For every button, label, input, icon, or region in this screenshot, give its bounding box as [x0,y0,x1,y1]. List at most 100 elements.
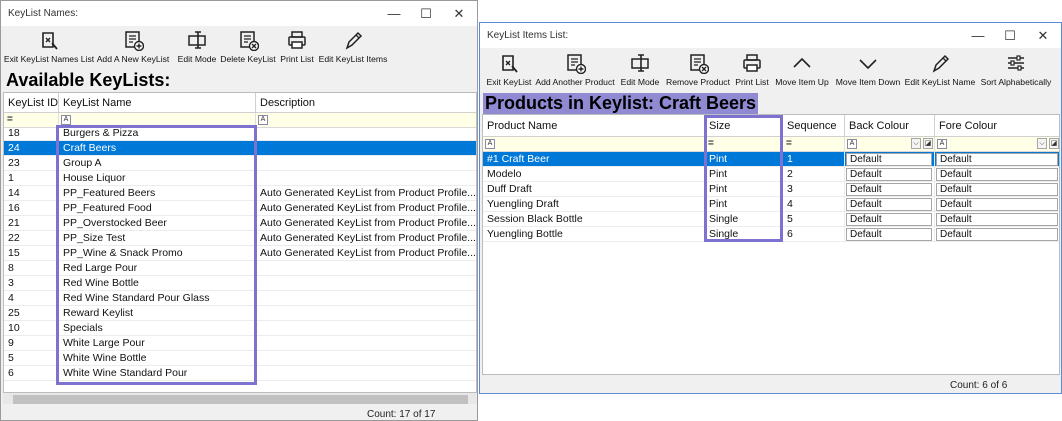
table-row[interactable]: 8 Red Large Pour [4,261,476,276]
keylist-name-cell: Reward Keylist [59,306,256,321]
fore-colour-cell[interactable]: Default [935,197,1059,212]
minimize-icon[interactable]: — [379,1,409,26]
column-header[interactable]: Back Colour [845,115,935,137]
back-colour-cell[interactable]: Default [845,197,935,212]
close-icon[interactable]: ✕ [444,1,474,26]
color-picker-icon[interactable]: ◪ [923,138,933,149]
colour-value[interactable]: Default [846,228,932,241]
filter-cell[interactable]: = [705,137,783,152]
column-header[interactable]: Description [256,93,476,113]
column-header[interactable]: KeyList Name [59,93,256,113]
keylist-id-cell: 25 [4,306,59,321]
table-row[interactable]: 4 Red Wine Standard Pour Glass [4,291,476,306]
scroll-thumb[interactable] [13,395,468,404]
table-row[interactable]: 21 PP_Overstocked Beer Auto Generated KeyL… [4,216,476,231]
fore-colour-cell[interactable]: Default [935,167,1059,182]
equals-filter-icon[interactable]: = [786,138,792,149]
keylist-id-cell: 10 [4,321,59,336]
table-row[interactable]: 5 White Wine Bottle [4,351,476,366]
table-row[interactable]: 14 PP_Featured Beers Auto Generated KeyLis… [4,186,476,201]
table-row[interactable]: 6 White Wine Standard Pour [4,366,476,381]
text-filter-icon[interactable]: A [61,115,71,125]
colour-value[interactable]: Default [936,213,1058,226]
maximize-icon[interactable]: ☐ [411,1,441,26]
keylist-id-cell: 5 [4,351,59,366]
filter-row: A = = A ⌵ ◪ A ⌵ ◪ [483,137,1059,152]
description-cell [256,156,476,171]
back-colour-cell[interactable]: Default [845,182,935,197]
keylist-id-cell: 1 [4,171,59,186]
description-cell [256,291,476,306]
filter-cell[interactable]: = [783,137,845,152]
table-row[interactable]: 3 Red Wine Bottle [4,276,476,291]
table-row[interactable]: 15 PP_Wine & Snack Promo Auto Generated Ke… [4,246,476,261]
filter-cell[interactable]: A ⌵ ◪ [935,137,1059,152]
table-row[interactable]: Yuengling Bottle Single 6 Default Default [483,227,1059,242]
sort-alphabetically-button[interactable]: Sort Alphabetically [966,52,1061,87]
chevron-down-icon [859,59,877,70]
edit-keylist-items-button[interactable]: Edit KeyList Items [303,29,403,64]
description-cell [256,276,476,291]
table-row[interactable]: Yuengling Draft Pint 4 Default Default [483,197,1059,212]
column-header[interactable]: Size [705,115,783,137]
back-colour-cell[interactable]: Default [845,152,935,167]
back-colour-cell[interactable]: Default [845,212,935,227]
table-row[interactable]: #1 Craft Beer Pint 1 Default Default [483,152,1059,167]
minimize-icon[interactable]: — [963,23,993,48]
table-row[interactable]: 24 Craft Beers [4,141,476,156]
text-filter-icon[interactable]: A [485,139,495,149]
table-row[interactable]: 23 Group A [4,156,476,171]
equals-filter-icon[interactable]: = [708,138,714,149]
filter-cell[interactable]: A ⌵ ◪ [845,137,935,152]
table-row[interactable]: Session Black Bottle Single 5 Default Defaul… [483,212,1059,227]
back-colour-cell[interactable]: Default [845,167,935,182]
table-row[interactable]: 9 White Large Pour [4,336,476,351]
table-row[interactable]: Modelo Pint 2 Default Default [483,167,1059,182]
colour-value[interactable]: Default [846,198,932,211]
dropdown-icon[interactable]: ⌵ [911,138,921,149]
text-filter-icon[interactable]: A [847,139,857,149]
colour-value[interactable]: Default [846,168,932,181]
record-count: Count: 6 of 6 [950,380,1008,391]
maximize-icon[interactable]: ☐ [995,23,1025,48]
table-row[interactable]: 1 House Liquor [4,171,476,186]
size-cell: Pint [705,152,783,167]
table-row[interactable]: 22 PP_Size Test Auto Generated KeyList fro… [4,231,476,246]
colour-value[interactable]: Default [846,213,932,226]
column-header[interactable]: KeyList ID [4,93,59,113]
sliders-icon [1008,55,1024,71]
color-picker-icon[interactable]: ◪ [1049,138,1059,149]
description-cell: Auto Generated KeyList from Product Prof… [256,186,476,201]
column-header[interactable]: Product Name [483,115,705,137]
column-header[interactable]: Fore Colour [935,115,1059,137]
equals-filter-icon[interactable]: = [7,114,13,125]
close-icon[interactable]: ✕ [1028,23,1058,48]
colour-value[interactable]: Default [936,183,1058,196]
back-colour-cell[interactable]: Default [845,227,935,242]
keylist-id-cell: 24 [4,141,59,156]
colour-value[interactable]: Default [936,168,1058,181]
description-cell [256,171,476,186]
text-filter-icon[interactable]: A [937,139,947,149]
table-row[interactable]: Duff Draft Pint 3 Default Default [483,182,1059,197]
table-row[interactable]: 25 Reward Keylist [4,306,476,321]
fore-colour-cell[interactable]: Default [935,182,1059,197]
colour-value[interactable]: Default [936,153,1058,166]
colour-value[interactable]: Default [936,198,1058,211]
sequence-cell: 6 [783,227,845,242]
table-row[interactable]: 10 Specials [4,321,476,336]
table-row[interactable]: 16 PP_Featured Food Auto Generated KeyList… [4,201,476,216]
toolbar: Exit KeyList Add Another Product Edit Mode… [480,50,1061,90]
colour-value[interactable]: Default [846,153,932,166]
fore-colour-cell[interactable]: Default [935,227,1059,242]
colour-value[interactable]: Default [936,228,1058,241]
text-filter-icon[interactable]: A [258,115,268,125]
column-header[interactable]: Sequence [783,115,845,137]
description-cell [256,366,476,381]
table-row[interactable]: 18 Burgers & Pizza [4,126,476,141]
filter-cell[interactable]: A [483,137,705,152]
dropdown-icon[interactable]: ⌵ [1037,138,1047,149]
fore-colour-cell[interactable]: Default [935,212,1059,227]
fore-colour-cell[interactable]: Default [935,152,1059,167]
colour-value[interactable]: Default [846,183,932,196]
